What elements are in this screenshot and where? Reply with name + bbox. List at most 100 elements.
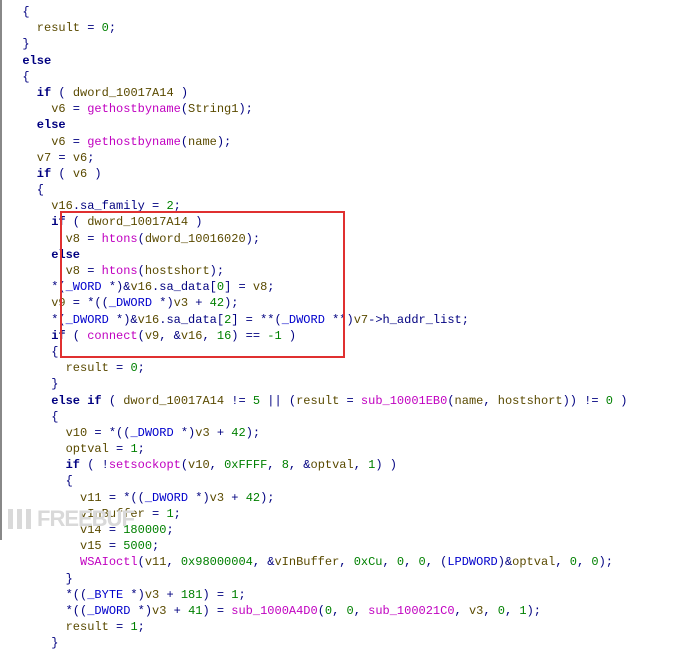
code-token: != <box>224 394 253 408</box>
code-type: _DWORD <box>145 491 188 505</box>
code-token: 42 <box>246 491 260 505</box>
code-token: 1 <box>231 588 238 602</box>
code-token: , <box>166 555 180 569</box>
code-token: v8 <box>8 264 80 278</box>
code-token: , <box>202 329 216 343</box>
code-token: 1 <box>519 604 526 618</box>
code-token: , <box>483 394 497 408</box>
code-token: 1 <box>130 442 137 456</box>
code-token: ( <box>138 555 145 569</box>
code-token: *) <box>123 588 145 602</box>
code-token: dword_10017A14 <box>123 394 224 408</box>
code-token: ( <box>66 329 88 343</box>
code-token: , <box>354 458 368 472</box>
code-token: ); <box>238 102 252 116</box>
code-token: v16 <box>8 199 73 213</box>
code-token: *) <box>188 491 210 505</box>
code-token: , <box>332 604 346 618</box>
code-token: *) <box>174 426 196 440</box>
code-token: v11 <box>8 491 102 505</box>
code-token: v7 <box>354 313 368 327</box>
code-keyword: if <box>8 215 66 229</box>
code-token: 181 <box>181 588 203 602</box>
code-fn: gethostbyname <box>87 135 181 149</box>
code-token: hostshort <box>145 264 210 278</box>
code-token: + <box>166 604 188 618</box>
code-token: *)& <box>109 313 138 327</box>
code-type: _DWORD <box>87 604 130 618</box>
code-token: .sa_data[ <box>159 313 224 327</box>
code-type: _DWORD <box>282 313 325 327</box>
code-token: = <box>80 232 102 246</box>
code-token: + <box>210 426 232 440</box>
code-token: ->h_addr_list; <box>368 313 469 327</box>
code-token: || ( <box>260 394 296 408</box>
code-token: = <box>66 135 88 149</box>
code-token: = *(( <box>66 296 109 310</box>
code-fn: sub_1000A4D0 <box>231 604 317 618</box>
code-token: 0 <box>419 555 426 569</box>
code-token: , & <box>159 329 181 343</box>
code-token: **) <box>325 313 354 327</box>
code-token: = *(( <box>87 426 130 440</box>
code-token: v6 <box>73 167 87 181</box>
code-token: = <box>109 620 131 634</box>
code-token: ; <box>138 620 145 634</box>
code-type: _BYTE <box>87 588 123 602</box>
code-line: { <box>8 70 30 84</box>
code-token: ( <box>318 604 325 618</box>
code-keyword: else <box>8 118 66 132</box>
code-token: ) <box>613 394 627 408</box>
code-line: { <box>8 5 30 19</box>
code-token: hostshort <box>498 394 563 408</box>
code-type: _DWORD <box>109 296 152 310</box>
code-token: , & <box>253 555 275 569</box>
code-token: 0 <box>325 604 332 618</box>
code-token: 0xCu <box>354 555 383 569</box>
code-type: _WORD <box>66 280 102 294</box>
code-token: ); <box>260 491 274 505</box>
code-token: .sa_data[ <box>152 280 217 294</box>
code-token: String1 <box>188 102 238 116</box>
code-token: 0 <box>397 555 404 569</box>
code-token: v7 <box>8 151 51 165</box>
code-token: = <box>102 539 124 553</box>
code-token: 1 <box>166 507 173 521</box>
code-token: v8 <box>253 280 267 294</box>
code-token: result <box>8 361 109 375</box>
code-token: 0 <box>102 21 109 35</box>
code-line: { <box>8 410 58 424</box>
code-token: ; <box>174 199 181 213</box>
code-token: , <box>339 555 353 569</box>
code-token: 0 <box>217 280 224 294</box>
code-token: v14 <box>8 523 102 537</box>
code-token: v3 <box>195 426 209 440</box>
code-token: *(( <box>8 588 87 602</box>
code-token: = <box>102 523 124 537</box>
code-keyword: else if <box>8 394 102 408</box>
code-token: 8 <box>282 458 289 472</box>
code-keyword: if <box>8 86 51 100</box>
code-token: 5 <box>253 394 260 408</box>
code-token: v6 <box>8 102 66 116</box>
code-token: dword_10017A14 <box>87 215 188 229</box>
code-token: ( <box>66 215 88 229</box>
code-token: name <box>188 135 217 149</box>
code-token: optval <box>8 442 109 456</box>
code-line: } <box>8 37 30 51</box>
code-keyword: if <box>8 329 66 343</box>
code-token: 42 <box>231 426 245 440</box>
code-token: dword_10017A14 <box>73 86 174 100</box>
code-token: ) == <box>231 329 267 343</box>
code-keyword: if <box>8 167 51 181</box>
code-token: , <box>210 458 224 472</box>
code-token: ) <box>174 86 188 100</box>
code-token: v15 <box>8 539 102 553</box>
code-token: vInBuffer <box>274 555 339 569</box>
code-token: , <box>455 604 469 618</box>
code-token: *( <box>8 313 66 327</box>
code-token: *( <box>8 280 66 294</box>
code-token: )& <box>498 555 512 569</box>
code-token: 0 <box>347 604 354 618</box>
code-token: v9 <box>8 296 66 310</box>
